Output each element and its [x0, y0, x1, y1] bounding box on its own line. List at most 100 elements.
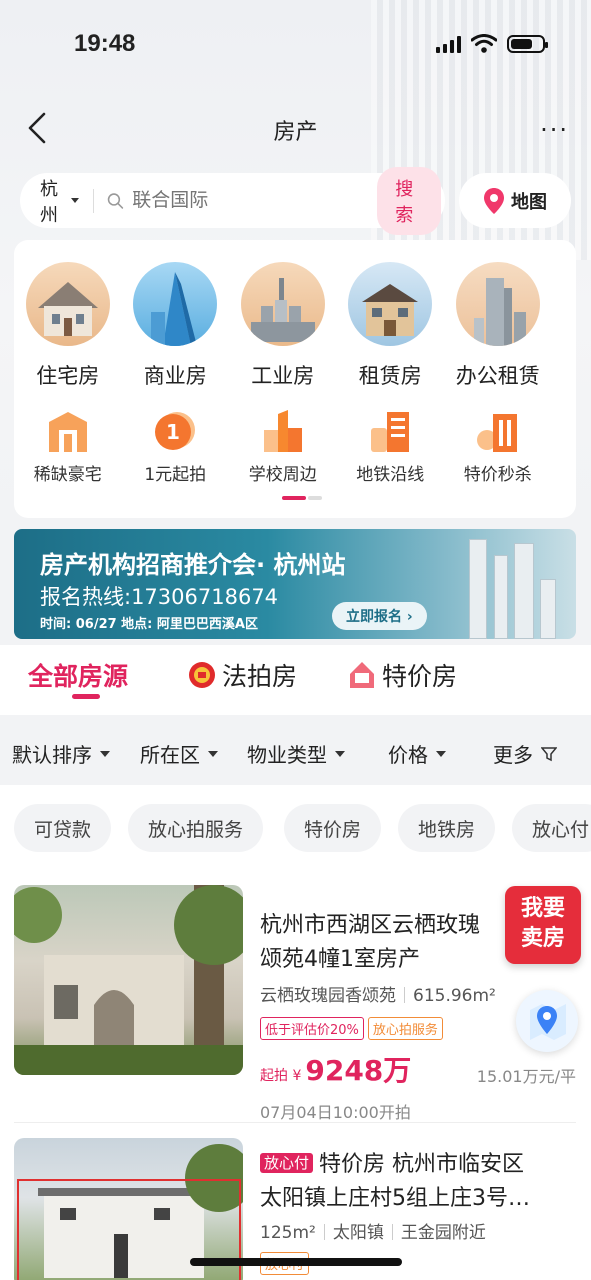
dropdown-caret-icon [70, 198, 79, 203]
school-icon [258, 408, 308, 454]
auction-time: 07月04日10:00开拍 [260, 1103, 411, 1122]
filter-sort[interactable]: 默认排序 [12, 739, 110, 768]
category-label: 1元起拍 [144, 465, 207, 485]
listing-community: 云栖玫瑰园香颂苑 615.96m² [260, 986, 496, 1006]
factory-icon [240, 262, 325, 346]
assured-service-tag: 放心拍服务 [367, 1017, 443, 1040]
filter-property-type[interactable]: 物业类型 [247, 739, 345, 768]
category-flash-sale[interactable]: 特价秒杀 [444, 408, 552, 485]
category-luxury[interactable]: 稀缺豪宅 [14, 408, 122, 485]
more-options-icon[interactable]: ··· [540, 116, 569, 144]
flash-sale-icon [473, 408, 523, 454]
office-tower-icon [133, 262, 218, 346]
filter-label: 所在区 [140, 743, 200, 767]
filter-district[interactable]: 所在区 [140, 739, 218, 768]
main-category-row: 住宅房 商业房 工业房 租赁房 办公租赁 [14, 262, 576, 390]
search-button[interactable]: 搜索 [377, 166, 441, 235]
divider [14, 1122, 576, 1123]
category-label: 工业房 [251, 364, 315, 388]
filter-label: 物业类型 [247, 743, 327, 767]
dropdown-caret-icon [100, 750, 110, 757]
category-label: 住宅房 [36, 364, 100, 388]
banner-title: 房产机构招商推介会· 杭州站 [40, 551, 346, 579]
category-label: 稀缺豪宅 [33, 465, 102, 485]
status-bar: 19:48 [0, 0, 591, 88]
category-office-rental[interactable]: 办公租赁 [444, 262, 552, 390]
map-label: 地图 [511, 191, 547, 213]
court-badge-icon [189, 662, 215, 688]
map-location-icon [530, 1004, 566, 1040]
category-industrial[interactable]: 工业房 [229, 262, 337, 390]
dropdown-caret-icon [436, 750, 446, 757]
tab-special-price[interactable]: 特价房 [348, 657, 457, 693]
coin-icon: 1 [150, 408, 200, 454]
banner-meta: 时间: 06/27 地点: 阿里巴巴西溪A区 [40, 617, 258, 632]
tab-court-auction[interactable]: 法拍房 [188, 657, 297, 693]
tab-label: 特价房 [382, 662, 458, 691]
skyscraper-icon [455, 262, 540, 346]
search-icon [108, 192, 124, 209]
city-label: 杭州 [40, 178, 58, 226]
dropdown-caret-icon [335, 750, 345, 757]
category-one-yuan[interactable]: 1 1元起拍 [122, 408, 230, 485]
list-item[interactable]: 杭州市西湖区云栖玫瑰 颂苑4幢1室房产 云栖玫瑰园香颂苑 615.96m² 低于评… [14, 885, 576, 1125]
page-title: 房产 [273, 120, 318, 145]
category-label: 地铁沿线 [356, 465, 425, 485]
category-metro[interactable]: 地铁沿线 [337, 408, 445, 485]
status-time: 19:48 [74, 30, 136, 57]
register-button[interactable]: 立即报名 › [332, 602, 427, 630]
map-pin-icon [484, 187, 504, 214]
filter-more[interactable]: 更多 [493, 739, 557, 768]
banner-phone: 报名热线:17306718674 [40, 585, 279, 609]
sell-house-button[interactable]: 我要 卖房 [505, 886, 581, 964]
filter-label: 价格 [388, 743, 428, 767]
home-indicator [190, 1258, 402, 1266]
filter-label: 更多 [493, 743, 533, 767]
filter-label: 默认排序 [12, 743, 92, 767]
listing-tags: 低于评估价20% 放心拍服务 [260, 1017, 443, 1040]
chip-assured-pay[interactable]: 放心付 [512, 804, 591, 852]
metro-icon [365, 408, 415, 454]
funnel-icon [541, 746, 557, 761]
promo-banner[interactable]: 房产机构招商推介会· 杭州站 报名热线:17306718674 时间: 06/2… [14, 529, 576, 639]
category-label: 租赁房 [358, 364, 422, 388]
filter-bar: 默认排序 所在区 物业类型 价格 更多 [0, 715, 591, 785]
tab-label: 全部房源 [28, 662, 129, 691]
battery-icon [507, 35, 548, 53]
tab-label: 法拍房 [222, 662, 298, 691]
category-rental[interactable]: 租赁房 [337, 262, 445, 390]
filter-price[interactable]: 价格 [388, 739, 446, 768]
quick-filter-chips: 可贷款 放心拍服务 特价房 地铁房 放心付 [0, 785, 591, 870]
chip-loanable[interactable]: 可贷款 [14, 804, 112, 852]
unit-price: 15.01万元/平 [476, 1067, 576, 1086]
svg-text:1: 1 [166, 420, 180, 444]
special-price-icon [350, 662, 374, 688]
wifi-icon [471, 34, 497, 53]
cellular-signal-icon [436, 35, 461, 53]
category-school[interactable]: 学校周边 [229, 408, 337, 485]
property-photo [14, 885, 243, 1075]
status-icons [436, 34, 548, 54]
mansion-icon [43, 408, 93, 454]
category-label: 学校周边 [248, 465, 317, 485]
map-button[interactable]: 地图 [459, 173, 571, 228]
tab-all-listings[interactable]: 全部房源 [28, 657, 128, 693]
dropdown-caret-icon [208, 750, 218, 757]
category-pager [282, 496, 322, 500]
listing-meta: 125m² 太阳镇 王金园附近 [260, 1223, 486, 1243]
map-float-button[interactable] [516, 990, 578, 1052]
listing-tabs: 全部房源 法拍房 特价房 [0, 645, 591, 715]
city-selector[interactable]: 杭州 [40, 175, 79, 227]
category-residential[interactable]: 住宅房 [14, 262, 122, 390]
listing-list: 杭州市西湖区云栖玫瑰 颂苑4幢1室房产 云栖玫瑰园香颂苑 615.96m² 低于评… [0, 870, 591, 1280]
secondary-category-row: 稀缺豪宅 1 1元起拍 学校周边 地铁沿线 特价秒杀 [14, 408, 576, 485]
house-icon [25, 262, 110, 346]
category-commercial[interactable]: 商业房 [122, 262, 230, 390]
chip-assured-auction[interactable]: 放心拍服务 [128, 804, 264, 852]
chip-special-price[interactable]: 特价房 [284, 804, 382, 852]
category-label: 特价秒杀 [463, 465, 532, 485]
chip-metro[interactable]: 地铁房 [398, 804, 496, 852]
search-input[interactable] [132, 189, 378, 212]
below-valuation-tag: 低于评估价20% [260, 1017, 364, 1040]
assured-pay-badge: 放心付 [260, 1153, 314, 1173]
